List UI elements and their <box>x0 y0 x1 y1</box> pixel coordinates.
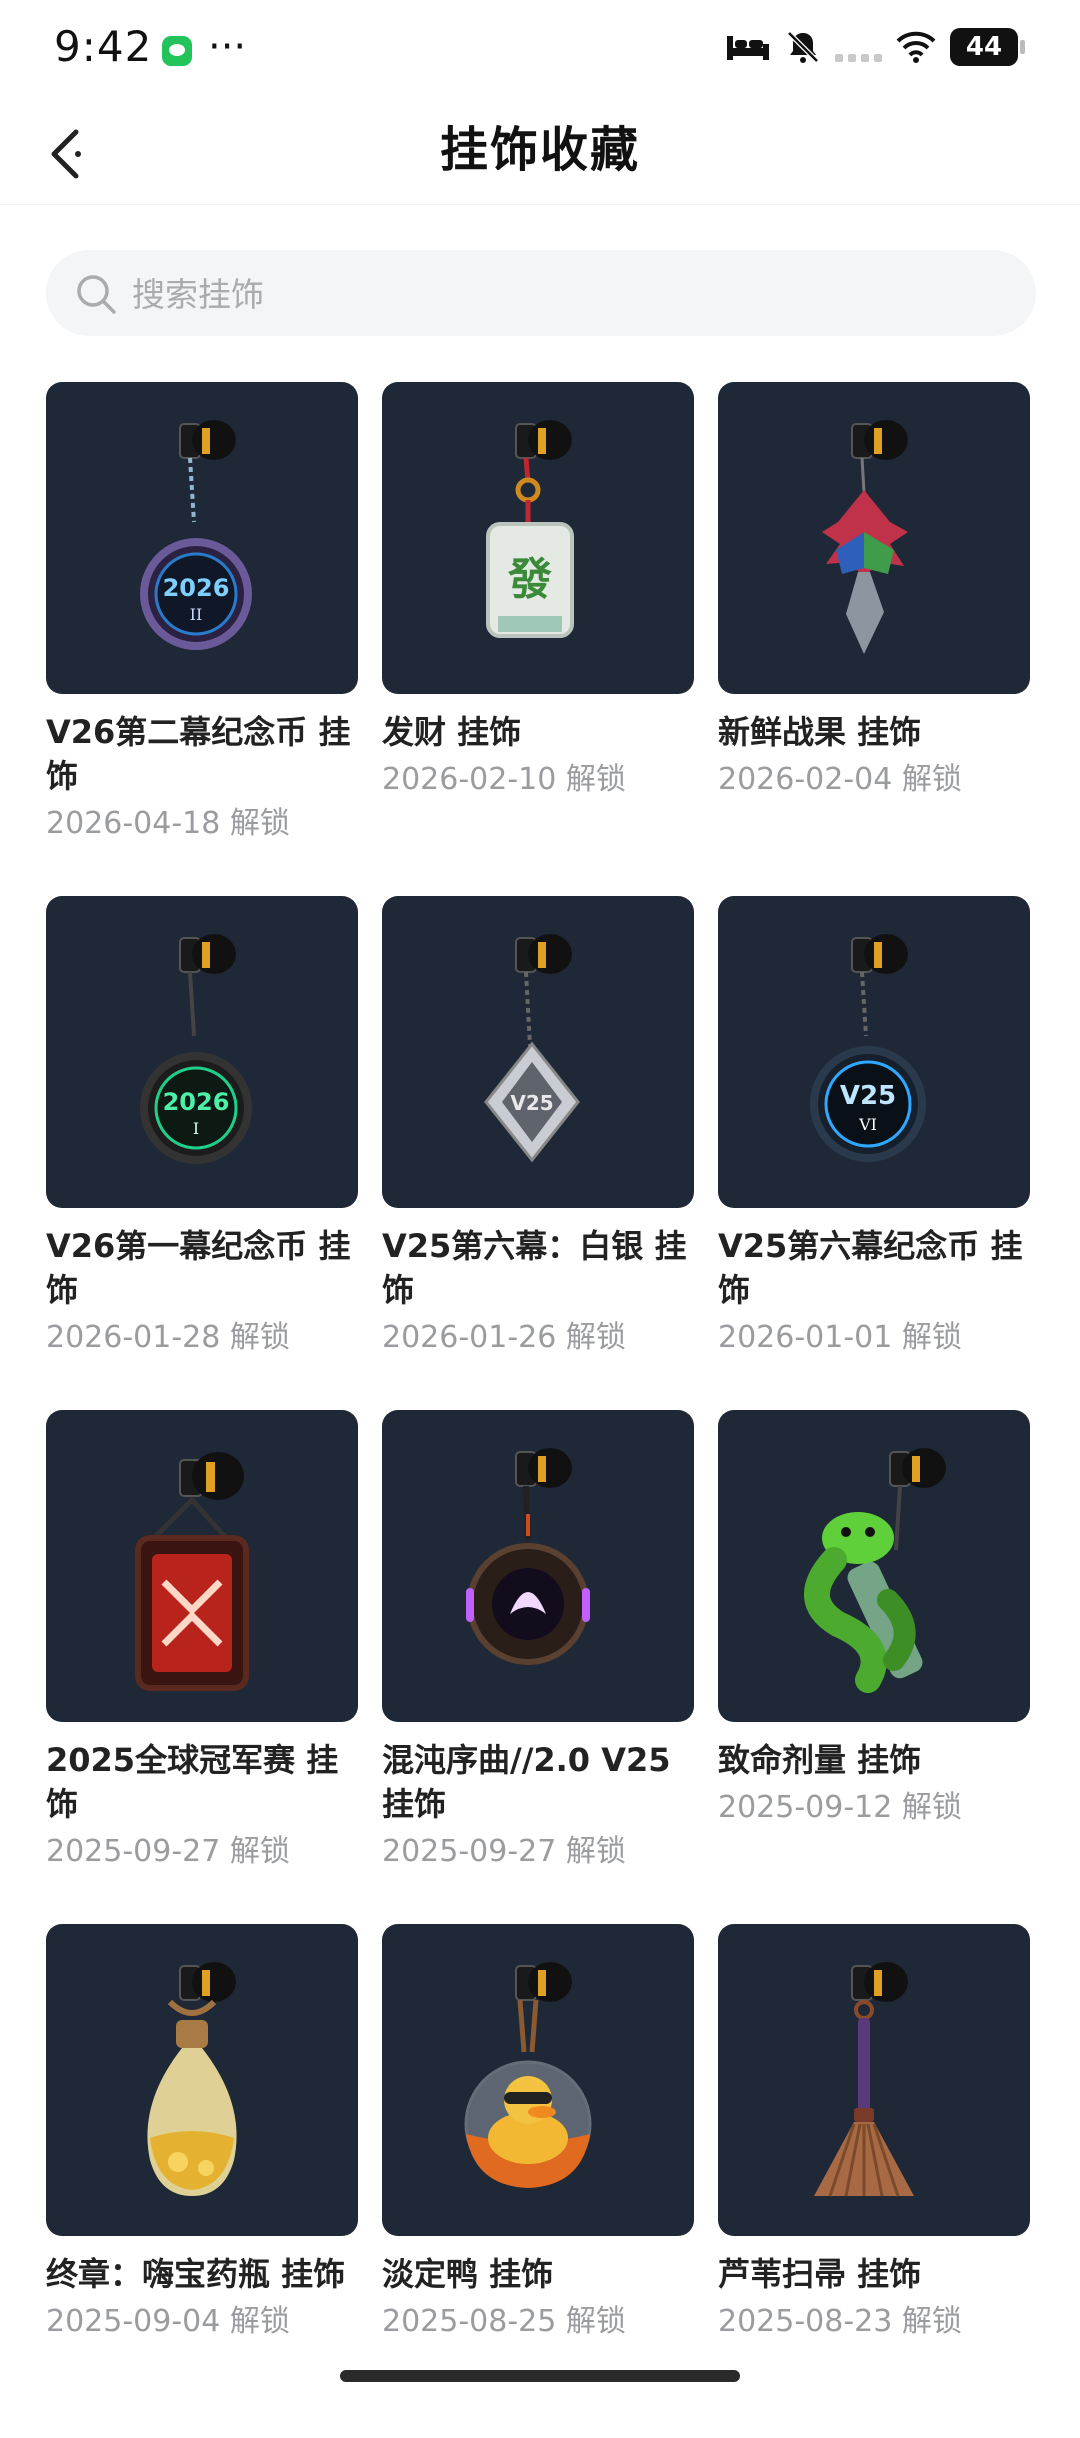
charm-thumbnail <box>382 1410 694 1722</box>
duck-capsule-icon <box>464 1962 592 2188</box>
svg-text:V25: V25 <box>510 1091 553 1115</box>
clip-icon <box>179 934 236 974</box>
charm-card[interactable]: 致命剂量 挂饰 2025-09-12 解锁 <box>718 1410 1030 1924</box>
unlock-date: 2026-02-10 解锁 <box>382 762 626 797</box>
charm-card[interactable]: 發 发财 挂饰 2026-02-10 解锁 <box>382 382 694 896</box>
clip-icon <box>851 420 908 460</box>
clip-icon <box>515 420 572 460</box>
charm-name: V25第六幕：白银 挂饰 <box>382 1227 687 1309</box>
charm-card[interactable]: 混沌序曲//2.0 V25 挂饰 2025-09-27 解锁 <box>382 1410 694 1924</box>
unlock-date: 2025-09-27 解锁 <box>382 1834 626 1869</box>
wechat-notification-icon <box>162 36 192 66</box>
charm-thumbnail: V25 <box>382 896 694 1208</box>
more-notifications-icon: ··· <box>208 24 247 70</box>
charm-name: 混沌序曲//2.0 V25 挂饰 <box>382 1741 671 1823</box>
wifi-icon <box>896 31 936 63</box>
clip-icon <box>515 1962 572 2002</box>
svg-text:VI: VI <box>858 1115 877 1134</box>
charm-name: 致命剂量 挂饰 <box>718 1741 922 1779</box>
charm-name: 发财 挂饰 <box>382 713 522 751</box>
clip-icon <box>179 1452 244 1500</box>
charm-card[interactable]: V25 V25第六幕：白银 挂饰 2026-01-26 解锁 <box>382 896 694 1410</box>
svg-text:2026: 2026 <box>163 1088 230 1116</box>
charm-thumbnail <box>718 1410 1030 1722</box>
mahjong-tile-icon: 發 <box>486 420 574 638</box>
search-input[interactable] <box>130 250 1014 338</box>
clip-icon <box>515 1448 572 1488</box>
charm-grid: 2026 II V26第二幕纪念币 挂饰 2026-04-18 解锁 發 发财 … <box>46 382 1040 2438</box>
charm-thumbnail <box>46 1410 358 1722</box>
coin-2026-I-icon: 2026 I <box>140 934 252 1164</box>
charm-card[interactable]: 芦苇扫帚 挂饰 2025-08-23 解锁 <box>718 1924 1030 2438</box>
home-indicator[interactable] <box>340 2370 740 2382</box>
charm-name: V26第一幕纪念币 挂饰 <box>46 1227 351 1309</box>
snake-vial-icon <box>804 1448 946 1693</box>
svg-text:2026: 2026 <box>163 574 230 602</box>
charm-thumbnail: 發 <box>382 382 694 694</box>
charm-thumbnail: V25 VI <box>718 896 1030 1208</box>
charm-name: V26第二幕纪念币 挂饰 <box>46 713 351 795</box>
charm-card[interactable]: 2026 II V26第二幕纪念币 挂饰 2026-04-18 解锁 <box>46 382 358 896</box>
clip-icon <box>179 1962 236 2002</box>
charm-card[interactable]: 2026 I V26第一幕纪念币 挂饰 2026-01-28 解锁 <box>46 896 358 1410</box>
unlock-date: 2026-01-28 解锁 <box>46 1320 290 1355</box>
mute-bell-icon <box>787 31 819 63</box>
charm-name: 终章：嗨宝药瓶 挂饰 <box>46 2255 346 2293</box>
svg-text:I: I <box>193 1119 199 1138</box>
silver-diamond-icon: V25 <box>484 934 580 1163</box>
clip-icon <box>515 934 572 974</box>
unlock-date: 2026-04-18 解锁 <box>46 806 290 841</box>
leaf-sword-icon <box>822 420 908 654</box>
unlock-date: 2025-09-12 解锁 <box>718 1790 962 1825</box>
svg-text:V25: V25 <box>840 1081 896 1111</box>
charm-card[interactable]: 淡定鸭 挂饰 2025-08-25 解锁 <box>382 1924 694 2438</box>
unlock-date: 2026-01-26 解锁 <box>382 1320 626 1355</box>
unlock-date: 2025-09-04 解锁 <box>46 2304 290 2339</box>
clip-icon <box>851 1962 908 2002</box>
orb-device-icon <box>466 1448 590 1665</box>
signal-icon <box>835 32 882 62</box>
sleep-mode-icon <box>727 36 769 60</box>
search-bar[interactable] <box>46 250 1036 338</box>
nav-header: 挂饰收藏 <box>0 100 1080 205</box>
charm-name: 芦苇扫帚 挂饰 <box>718 2255 922 2293</box>
charm-thumbnail: 2026 II <box>46 382 358 694</box>
unlock-date: 2025-08-25 解锁 <box>382 2304 626 2339</box>
charm-name: 淡定鸭 挂饰 <box>382 2255 554 2293</box>
charm-card[interactable]: 新鲜战果 挂饰 2026-02-04 解锁 <box>718 382 1030 896</box>
status-time: 9:42 <box>54 22 153 71</box>
charm-card[interactable]: 2025全球冠军赛 挂饰 2025-09-27 解锁 <box>46 1410 358 1924</box>
potion-bottle-icon <box>147 1962 237 2196</box>
coin-v25-VI-icon: V25 VI <box>810 934 926 1162</box>
charm-name: 新鲜战果 挂饰 <box>718 713 922 751</box>
unlock-date: 2025-08-23 解锁 <box>718 2304 962 2339</box>
charm-thumbnail <box>46 1924 358 2236</box>
unlock-date: 2025-09-27 解锁 <box>46 1834 290 1869</box>
clip-icon <box>179 420 236 460</box>
svg-text:發: 發 <box>507 554 552 605</box>
charm-name: V25第六幕纪念币 挂饰 <box>718 1227 1023 1309</box>
status-bar: 9:42 ··· 44 <box>0 0 1080 100</box>
charm-name: 2025全球冠军赛 挂饰 <box>46 1741 339 1823</box>
charm-card[interactable]: V25 VI V25第六幕纪念币 挂饰 2026-01-01 解锁 <box>718 896 1030 1410</box>
page-title: 挂饰收藏 <box>439 122 640 178</box>
unlock-date: 2026-02-04 解锁 <box>718 762 962 797</box>
champions-tag-icon <box>135 1452 249 1691</box>
coin-2026-II-icon: 2026 II <box>140 420 252 650</box>
clip-icon <box>889 1448 946 1488</box>
clip-icon <box>851 934 908 974</box>
charm-card[interactable]: 终章：嗨宝药瓶 挂饰 2025-09-04 解锁 <box>46 1924 358 2438</box>
broom-icon <box>814 1962 914 2197</box>
search-icon <box>77 275 116 314</box>
svg-text:II: II <box>190 605 203 624</box>
charm-thumbnail <box>718 1924 1030 2236</box>
unlock-date: 2026-01-01 解锁 <box>718 1320 962 1355</box>
charm-thumbnail: 2026 I <box>46 896 358 1208</box>
battery-icon: 44 <box>950 28 1025 66</box>
charm-thumbnail <box>382 1924 694 2236</box>
charm-thumbnail <box>718 382 1030 694</box>
